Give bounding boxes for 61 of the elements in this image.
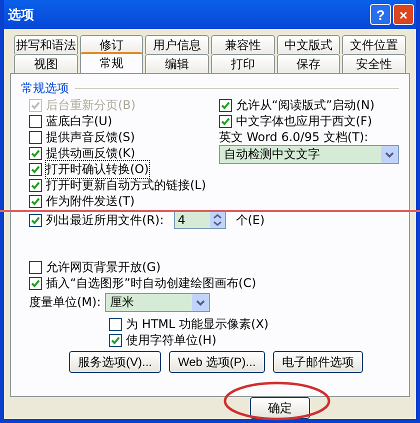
checkbox-label: 提供声音反馈(S) (46, 128, 135, 146)
checkbox[interactable] (29, 214, 42, 226)
checkbox[interactable] (29, 114, 42, 128)
checkbox-label: 列出最近所用文件(R): (46, 212, 164, 228)
checkbox[interactable] (29, 194, 42, 208)
tab[interactable]: 打印 (211, 54, 275, 73)
checkbox[interactable] (29, 276, 42, 290)
help-button[interactable]: ? (370, 4, 391, 25)
spinner-icon (210, 212, 225, 228)
tab[interactable]: 安全性 (342, 54, 406, 73)
tab[interactable]: 常规 (80, 52, 144, 73)
dropdown-value: 厘米 (110, 294, 134, 310)
checkbox-label: 打开时确认转换(O) (46, 160, 149, 178)
tab[interactable]: 中文版式 (276, 35, 340, 54)
checkbox[interactable] (29, 178, 42, 192)
checkbox-label: 作为附件发送(T) (46, 192, 135, 210)
checkbox-label: 后台重新分页(B) (46, 96, 136, 114)
checkbox-label: 插入“自选图形”时自动创建绘图画布(C) (46, 274, 256, 292)
checkbox-label: 允许网页背景开放(G) (46, 258, 161, 276)
field-label: 英文 Word 6.0/95 文档(T): (218, 128, 368, 146)
checkbox[interactable] (218, 98, 232, 112)
options-button[interactable]: Web 选项(P)... (169, 351, 265, 373)
tab[interactable]: 视图 (14, 54, 78, 73)
checkmark-icon (31, 278, 40, 288)
checkbox-label: 使用字符单位(H) (126, 332, 216, 348)
ok-button[interactable]: 确定 (250, 397, 310, 419)
tab[interactable]: 用户信息 (145, 35, 210, 54)
dropdown-value: 自动检测中文文字 (224, 146, 320, 163)
field-label: 度量单位(M): (29, 294, 101, 310)
number-value: 4 (178, 213, 186, 227)
tab[interactable]: 兼容性 (211, 35, 275, 54)
checkbox-label: 中文字体也应用于西文(F) (236, 112, 372, 130)
tab[interactable]: 编辑 (145, 54, 210, 73)
unit-label: 个(E) (236, 212, 265, 228)
checkmark-icon (31, 100, 40, 110)
checkbox[interactable] (29, 162, 42, 176)
options-button[interactable]: 电子邮件选项 (272, 351, 363, 373)
dropdown[interactable]: 自动检测中文文字 (218, 145, 399, 164)
checkbox-label: 提供动画反馈(K) (46, 144, 136, 162)
checkbox-label: 允许从“阅读版式”启动(N) (236, 96, 375, 114)
checkbox-label: 打开时更新自动方式的链接(L) (46, 176, 206, 194)
checkmark-icon (31, 216, 40, 224)
close-button[interactable]: × (393, 4, 414, 25)
checkbox-label: 为 HTML 功能显示像素(X) (126, 316, 269, 332)
checkbox[interactable] (109, 318, 122, 330)
checkbox-label: 蓝底白字(U) (46, 112, 112, 130)
checkbox[interactable] (29, 260, 42, 274)
checkmark-icon (111, 336, 120, 344)
number-field[interactable]: 4 (174, 211, 226, 229)
checkbox[interactable] (29, 146, 42, 160)
tab[interactable]: 文件位置 (342, 35, 406, 54)
tab[interactable]: 修订 (80, 35, 144, 54)
checkbox[interactable] (29, 130, 42, 144)
tab[interactable]: 保存 (276, 54, 340, 73)
checkbox[interactable] (218, 114, 232, 128)
checkbox[interactable] (109, 334, 122, 346)
group-title: 常规选项 (21, 80, 69, 97)
window-title: 选项 (8, 6, 35, 24)
tab[interactable]: 拼写和语法 (14, 35, 78, 54)
dropdown[interactable]: 厘米 (104, 292, 210, 312)
options-button[interactable]: 服务选项(V)... (69, 351, 161, 373)
